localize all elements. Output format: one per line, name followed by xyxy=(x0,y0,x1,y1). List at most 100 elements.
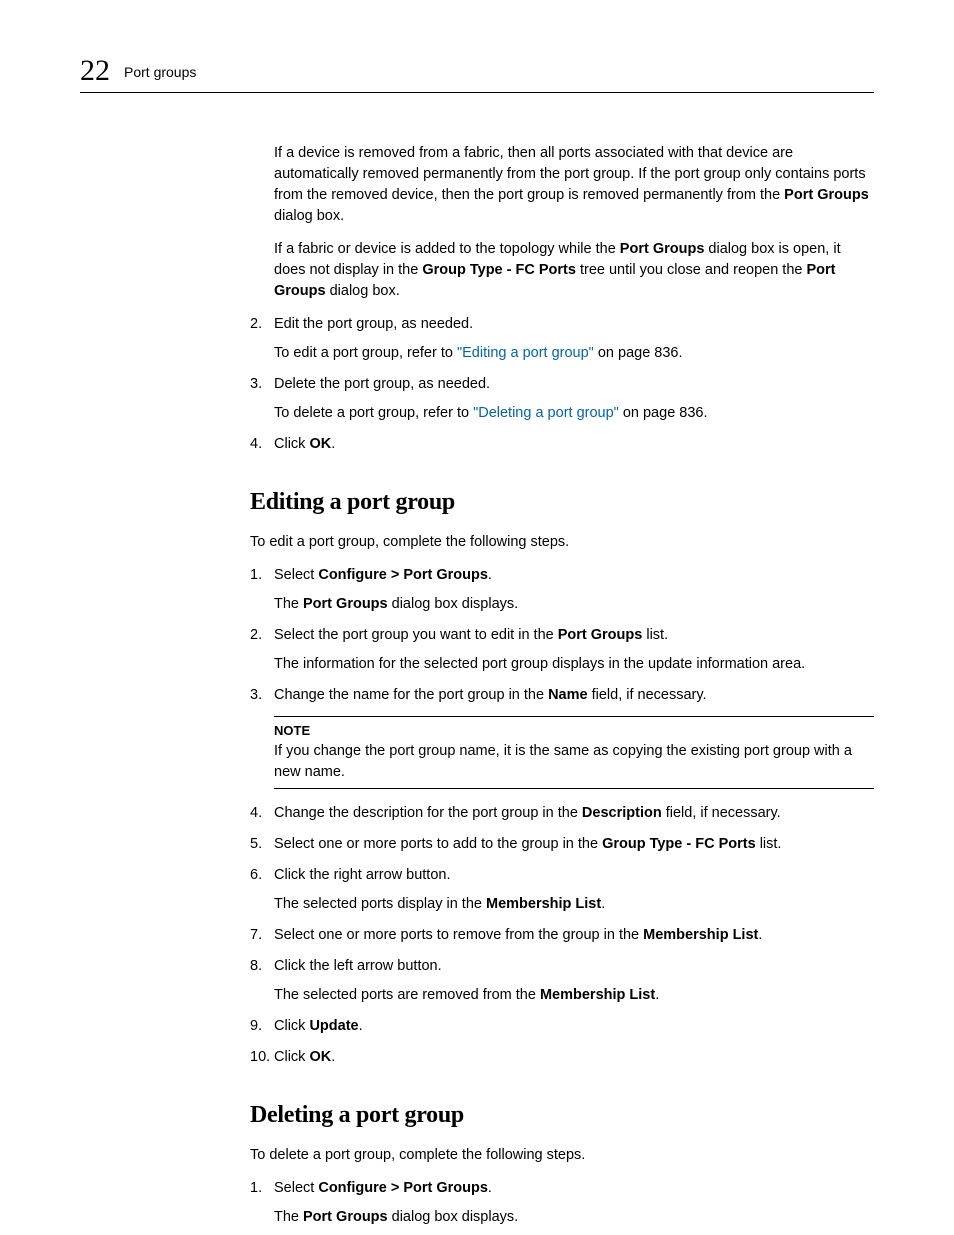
substep-text: The information for the selected port gr… xyxy=(274,654,874,675)
step-3: 3. Delete the port group, as needed. To … xyxy=(250,374,874,424)
page-header: 22 Port groups xyxy=(80,56,874,93)
chapter-number: 22 xyxy=(80,56,110,86)
page: 22 Port groups If a device is removed fr… xyxy=(0,0,954,1235)
step-number: 8. xyxy=(250,956,274,1006)
text: list. xyxy=(756,836,782,852)
text: If a device is removed from a fabric, th… xyxy=(274,145,866,203)
editing-step-9: 9. Click Update. xyxy=(250,1016,874,1037)
term-configure-port-groups: Configure > Port Groups xyxy=(318,1180,488,1196)
editing-step-5: 5. Select one or more ports to add to th… xyxy=(250,834,874,855)
intro-paragraph-1: If a device is removed from a fabric, th… xyxy=(274,143,874,227)
text: on page 836. xyxy=(619,405,708,421)
text: dialog box. xyxy=(274,208,344,224)
step-number: 7. xyxy=(250,925,274,946)
text: Select one or more ports to add to the g… xyxy=(274,836,602,852)
step-number: 5. xyxy=(250,834,274,855)
term-port-groups: Port Groups xyxy=(303,1209,388,1225)
text: Click xyxy=(274,436,309,452)
text: The selected ports display in the xyxy=(274,896,486,912)
step-number: 6. xyxy=(250,865,274,915)
step-number: 2. xyxy=(250,314,274,364)
text: Change the name for the port group in th… xyxy=(274,687,548,703)
editing-step-1: 1. Select Configure > Port Groups. The P… xyxy=(250,565,874,615)
editing-step-10: 10. Click OK. xyxy=(250,1047,874,1068)
deleting-intro: To delete a port group, complete the fol… xyxy=(250,1145,874,1166)
text: . xyxy=(601,896,605,912)
editing-intro: To edit a port group, complete the follo… xyxy=(250,532,874,553)
text: field, if necessary. xyxy=(588,687,707,703)
text: To delete a port group, refer to xyxy=(274,405,473,421)
step-number: 9. xyxy=(250,1016,274,1037)
editing-step-3: 3. Change the name for the port group in… xyxy=(250,685,874,706)
note-label: NOTE xyxy=(274,722,874,741)
term-membership-list: Membership List xyxy=(643,927,758,943)
step-text: Delete the port group, as needed. xyxy=(274,376,490,392)
editing-step-8: 8. Click the left arrow button. The sele… xyxy=(250,956,874,1006)
term-port-groups: Port Groups xyxy=(303,596,388,612)
text: list. xyxy=(642,627,668,643)
step-number: 4. xyxy=(250,803,274,824)
body-content: If a device is removed from a fabric, th… xyxy=(250,143,874,1228)
link-editing-port-group[interactable]: "Editing a port group" xyxy=(457,345,594,361)
term-ok: OK xyxy=(309,1049,331,1065)
text: tree until you close and reopen the xyxy=(576,262,807,278)
intro-paragraph-2: If a fabric or device is added to the to… xyxy=(274,239,874,302)
text: Click xyxy=(274,1018,309,1034)
step-number: 10. xyxy=(250,1047,274,1068)
text: . xyxy=(359,1018,363,1034)
text: field, if necessary. xyxy=(662,805,781,821)
text: . xyxy=(655,987,659,1003)
text: . xyxy=(331,1049,335,1065)
note-text: If you change the port group name, it is… xyxy=(274,741,874,783)
text: dialog box displays. xyxy=(388,1209,519,1225)
heading-deleting-port-group: Deleting a port group xyxy=(250,1098,874,1133)
step-number: 1. xyxy=(250,1178,274,1228)
editing-step-4: 4. Change the description for the port g… xyxy=(250,803,874,824)
term-group-type-fc-ports: Group Type - FC Ports xyxy=(422,262,576,278)
link-deleting-port-group[interactable]: "Deleting a port group" xyxy=(473,405,619,421)
term-port-groups: Port Groups xyxy=(620,241,705,257)
text: Select xyxy=(274,567,318,583)
editing-step-7: 7. Select one or more ports to remove fr… xyxy=(250,925,874,946)
editing-step-6: 6. Click the right arrow button. The sel… xyxy=(250,865,874,915)
term-ok: OK xyxy=(309,436,331,452)
text: To edit a port group, refer to xyxy=(274,345,457,361)
text: The xyxy=(274,596,303,612)
step-number: 3. xyxy=(250,685,274,706)
text: The selected ports are removed from the xyxy=(274,987,540,1003)
term-membership-list: Membership List xyxy=(540,987,655,1003)
text: Change the description for the port grou… xyxy=(274,805,582,821)
step-number: 4. xyxy=(250,434,274,455)
deleting-step-1: 1. Select Configure > Port Groups. The P… xyxy=(250,1178,874,1228)
term-description: Description xyxy=(582,805,662,821)
term-membership-list: Membership List xyxy=(486,896,601,912)
text: . xyxy=(331,436,335,452)
step-number: 2. xyxy=(250,625,274,675)
step-text: Click the right arrow button. xyxy=(274,867,451,883)
text: . xyxy=(488,567,492,583)
term-update: Update xyxy=(309,1018,358,1034)
text: Select one or more ports to remove from … xyxy=(274,927,643,943)
text: . xyxy=(488,1180,492,1196)
term-configure-port-groups: Configure > Port Groups xyxy=(318,567,488,583)
step-2: 2. Edit the port group, as needed. To ed… xyxy=(250,314,874,364)
text: Select xyxy=(274,1180,318,1196)
term-port-groups: Port Groups xyxy=(558,627,643,643)
text: dialog box displays. xyxy=(388,596,519,612)
text: dialog box. xyxy=(326,283,400,299)
text: The xyxy=(274,1209,303,1225)
editing-step-2: 2. Select the port group you want to edi… xyxy=(250,625,874,675)
term-group-type-fc-ports: Group Type - FC Ports xyxy=(602,836,756,852)
note-block: NOTE If you change the port group name, … xyxy=(274,716,874,789)
step-text: Click the left arrow button. xyxy=(274,958,442,974)
heading-editing-port-group: Editing a port group xyxy=(250,485,874,520)
text: on page 836. xyxy=(594,345,683,361)
term-port-groups: Port Groups xyxy=(784,187,869,203)
section-title: Port groups xyxy=(124,62,196,82)
text: Click xyxy=(274,1049,309,1065)
step-text: Edit the port group, as needed. xyxy=(274,316,473,332)
step-number: 3. xyxy=(250,374,274,424)
step-4: 4. Click OK. xyxy=(250,434,874,455)
term-name: Name xyxy=(548,687,588,703)
step-number: 1. xyxy=(250,565,274,615)
